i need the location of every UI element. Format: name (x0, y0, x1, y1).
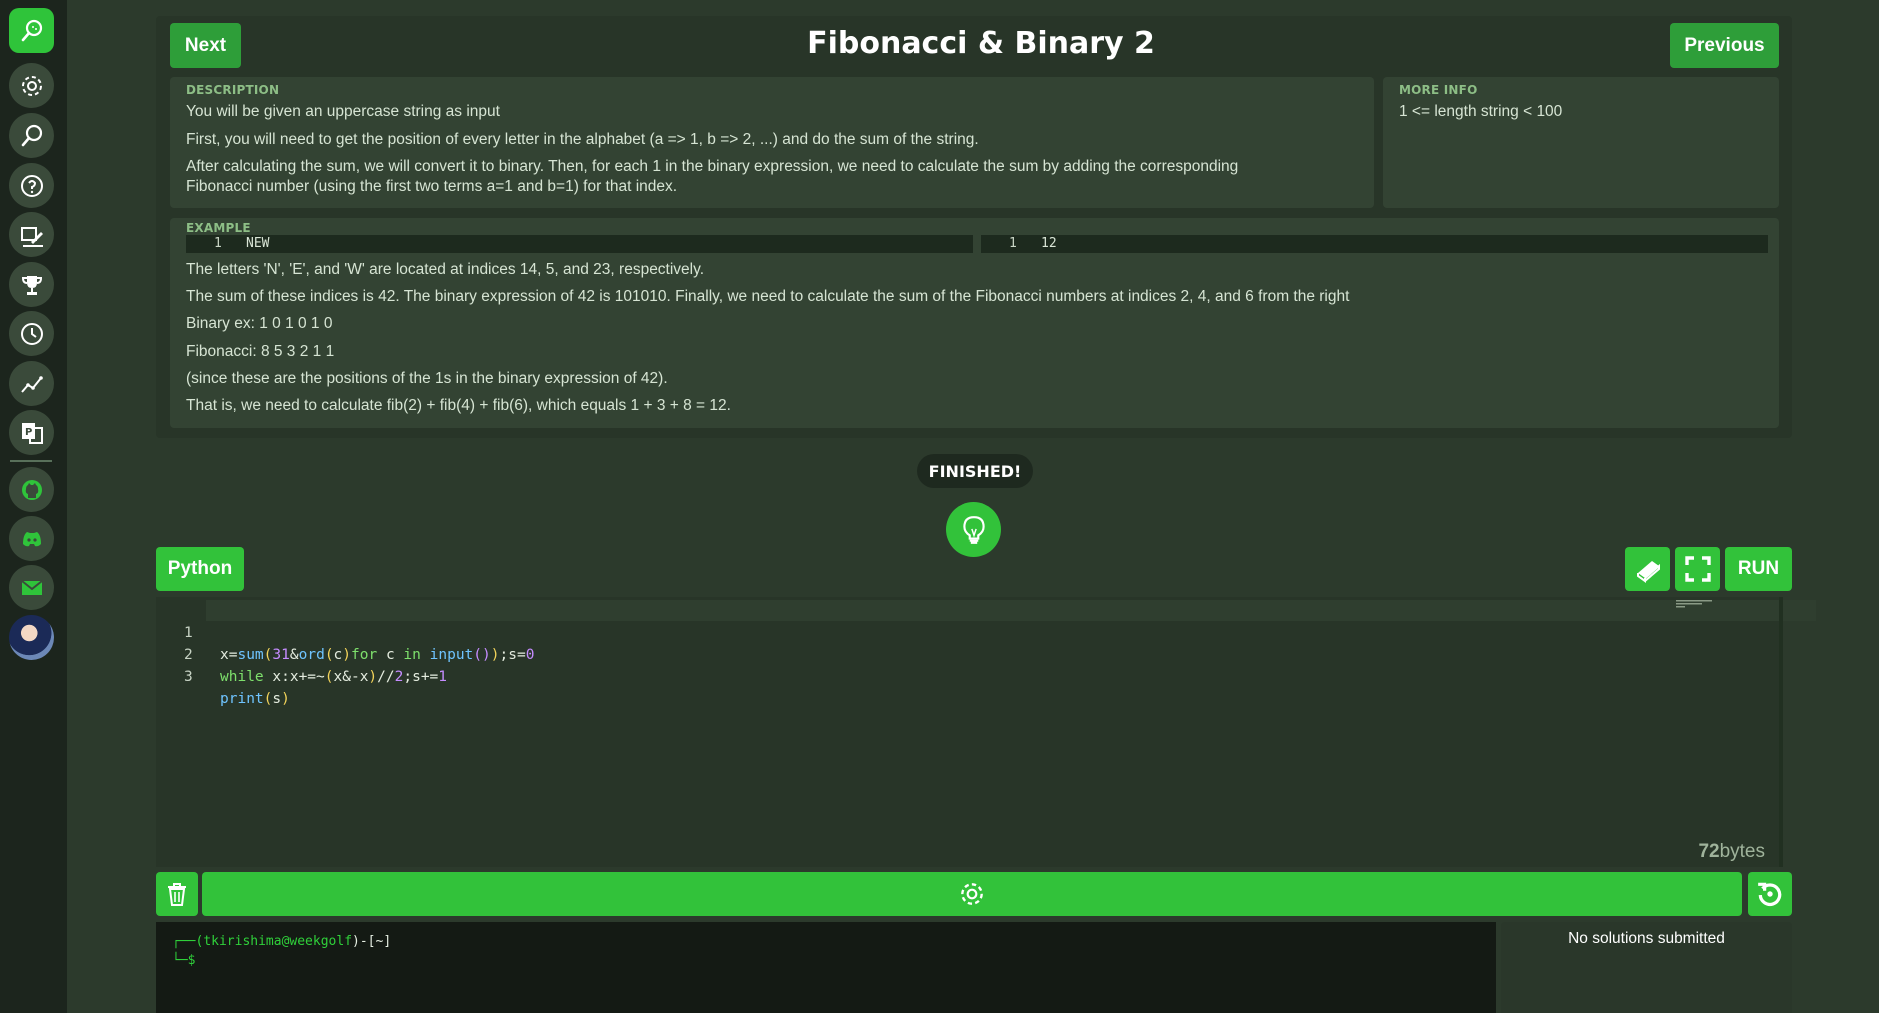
sidebar-item-challenges[interactable] (9, 113, 54, 158)
help-icon (20, 174, 43, 197)
line-number: 1 (214, 236, 222, 251)
code-line: 1 x=sum(31&ord(c)for c in input());s=0 (156, 600, 534, 663)
description-panel: DESCRIPTION You will be given an upperca… (170, 77, 1374, 208)
example-line: The sum of these indices is 42. The bina… (186, 288, 1350, 305)
current-line-highlight (206, 600, 1816, 621)
terminal-input-line: └─$ (172, 953, 196, 968)
example-panel: EXAMPLE 1 NEW 1 12 The letters 'N', 'E',… (170, 218, 1779, 428)
sidebar-item-language[interactable]: P (9, 410, 54, 455)
trend-chart-icon (20, 375, 43, 393)
code-editor[interactable]: 1 x=sum(31&ord(c)for c in input());s=0 2… (156, 597, 1816, 867)
line-number: 3 (184, 669, 193, 685)
prompt-mid: )-[ (352, 934, 376, 949)
line-number: 1 (1009, 236, 1017, 251)
description-line: You will be given an uppercase string as… (186, 103, 500, 120)
docs-button[interactable] (1625, 547, 1670, 591)
problem-card: Next Fibonacci & Binary 2 Previous DESCR… (156, 16, 1792, 438)
translate-icon: P (21, 422, 43, 444)
fullscreen-icon (1684, 556, 1711, 582)
sidebar-item-history[interactable] (9, 311, 54, 356)
hint-button[interactable] (946, 502, 1001, 557)
sidebar-divider (10, 460, 52, 462)
gear-icon (21, 75, 42, 96)
example-line: Binary ex: 1 0 1 0 1 0 (186, 315, 333, 332)
solutions-panel: No solutions submitted (1501, 922, 1792, 1013)
editor-scrollbar[interactable] (1779, 597, 1783, 867)
example-input-value: NEW (246, 236, 270, 251)
sidebar: P (0, 0, 67, 1013)
example-output: 1 12 (981, 235, 1768, 253)
svg-text:P: P (25, 427, 32, 438)
reset-icon (1758, 882, 1782, 907)
minimap[interactable] (1666, 597, 1816, 611)
reset-button[interactable] (1748, 872, 1792, 916)
example-output-value: 12 (1041, 236, 1057, 251)
sidebar-item-discord[interactable] (9, 516, 54, 561)
byte-unit: bytes (1719, 841, 1765, 862)
code-text: x=sum(31&ord(c)for c in input());s=0 (220, 647, 535, 663)
example-line: The letters 'N', 'E', and 'W' are locate… (186, 261, 705, 278)
description-line: After calculating the sum, we will conve… (186, 158, 1239, 195)
trash-icon (168, 883, 186, 906)
previous-button[interactable]: Previous (1670, 23, 1779, 68)
gear-icon (961, 883, 983, 905)
github-icon (21, 479, 42, 500)
sidebar-item-help[interactable] (9, 163, 54, 208)
clock-icon (20, 322, 43, 345)
byte-counter: 72bytes (1698, 841, 1765, 863)
terminal-user: tkirishima@weekgolf (203, 934, 353, 949)
example-label: EXAMPLE (186, 221, 251, 235)
solutions-status: No solutions submitted (1568, 930, 1725, 947)
language-select-button[interactable]: Python (156, 547, 244, 591)
sidebar-item-leaderboard[interactable] (9, 262, 54, 307)
next-button[interactable]: Next (170, 23, 241, 68)
discord-icon (22, 531, 41, 546)
sidebar-item-github[interactable] (9, 467, 54, 512)
description-label: DESCRIPTION (186, 83, 280, 97)
trophy-icon (21, 275, 42, 295)
code-text: print(s) (220, 691, 290, 707)
clear-code-button[interactable] (156, 872, 198, 916)
finished-badge: FINISHED! (917, 454, 1033, 488)
example-input: 1 NEW (186, 235, 973, 253)
golf-club-icon (21, 19, 42, 41)
example-line: Fibonacci: 8 5 3 2 1 1 (186, 343, 335, 360)
avatar[interactable] (9, 615, 54, 660)
prompt-prefix: ┌──( (172, 934, 204, 949)
code-line: 2 while x:x+=~(x&-x)//2;s+=1 (156, 622, 447, 685)
sidebar-item-home[interactable] (9, 8, 54, 53)
mail-icon (20, 579, 43, 595)
sidebar-item-stats[interactable] (9, 361, 54, 406)
description-line: First, you will need to get the position… (186, 131, 979, 148)
code-text: while x:x+=~(x&-x)//2;s+=1 (220, 669, 448, 685)
fullscreen-button[interactable] (1675, 547, 1720, 591)
example-line: That is, we need to calculate fib(2) + f… (186, 397, 731, 414)
lightbulb-icon (962, 515, 985, 544)
terminal[interactable]: ┌──(tkirishima@weekgolf)-[~] └─$ (156, 922, 1496, 1013)
golf-club-icon (21, 124, 42, 146)
more-info-panel: MORE INFO 1 <= length string < 100 (1383, 77, 1779, 208)
code-edit-icon (20, 226, 43, 247)
run-button[interactable]: RUN (1725, 547, 1792, 591)
sidebar-item-editor[interactable] (9, 212, 54, 257)
sidebar-item-mail[interactable] (9, 565, 54, 610)
minimap-preview (1676, 600, 1712, 608)
page-title: Fibonacci & Binary 2 (807, 26, 1155, 61)
prompt-end: ] (383, 934, 392, 949)
book-icon (1636, 561, 1660, 583)
sidebar-item-settings[interactable] (9, 63, 54, 108)
more-info-label: MORE INFO (1399, 83, 1478, 97)
settings-bar[interactable] (202, 872, 1742, 916)
code-line: 3 print(s) (156, 644, 290, 707)
more-info-text: 1 <= length string < 100 (1399, 103, 1563, 120)
example-line: (since these are the positions of the 1s… (186, 370, 668, 387)
byte-count: 72 (1698, 841, 1720, 862)
terminal-prompt-line: ┌──(tkirishima@weekgolf)-[~] (172, 934, 391, 949)
